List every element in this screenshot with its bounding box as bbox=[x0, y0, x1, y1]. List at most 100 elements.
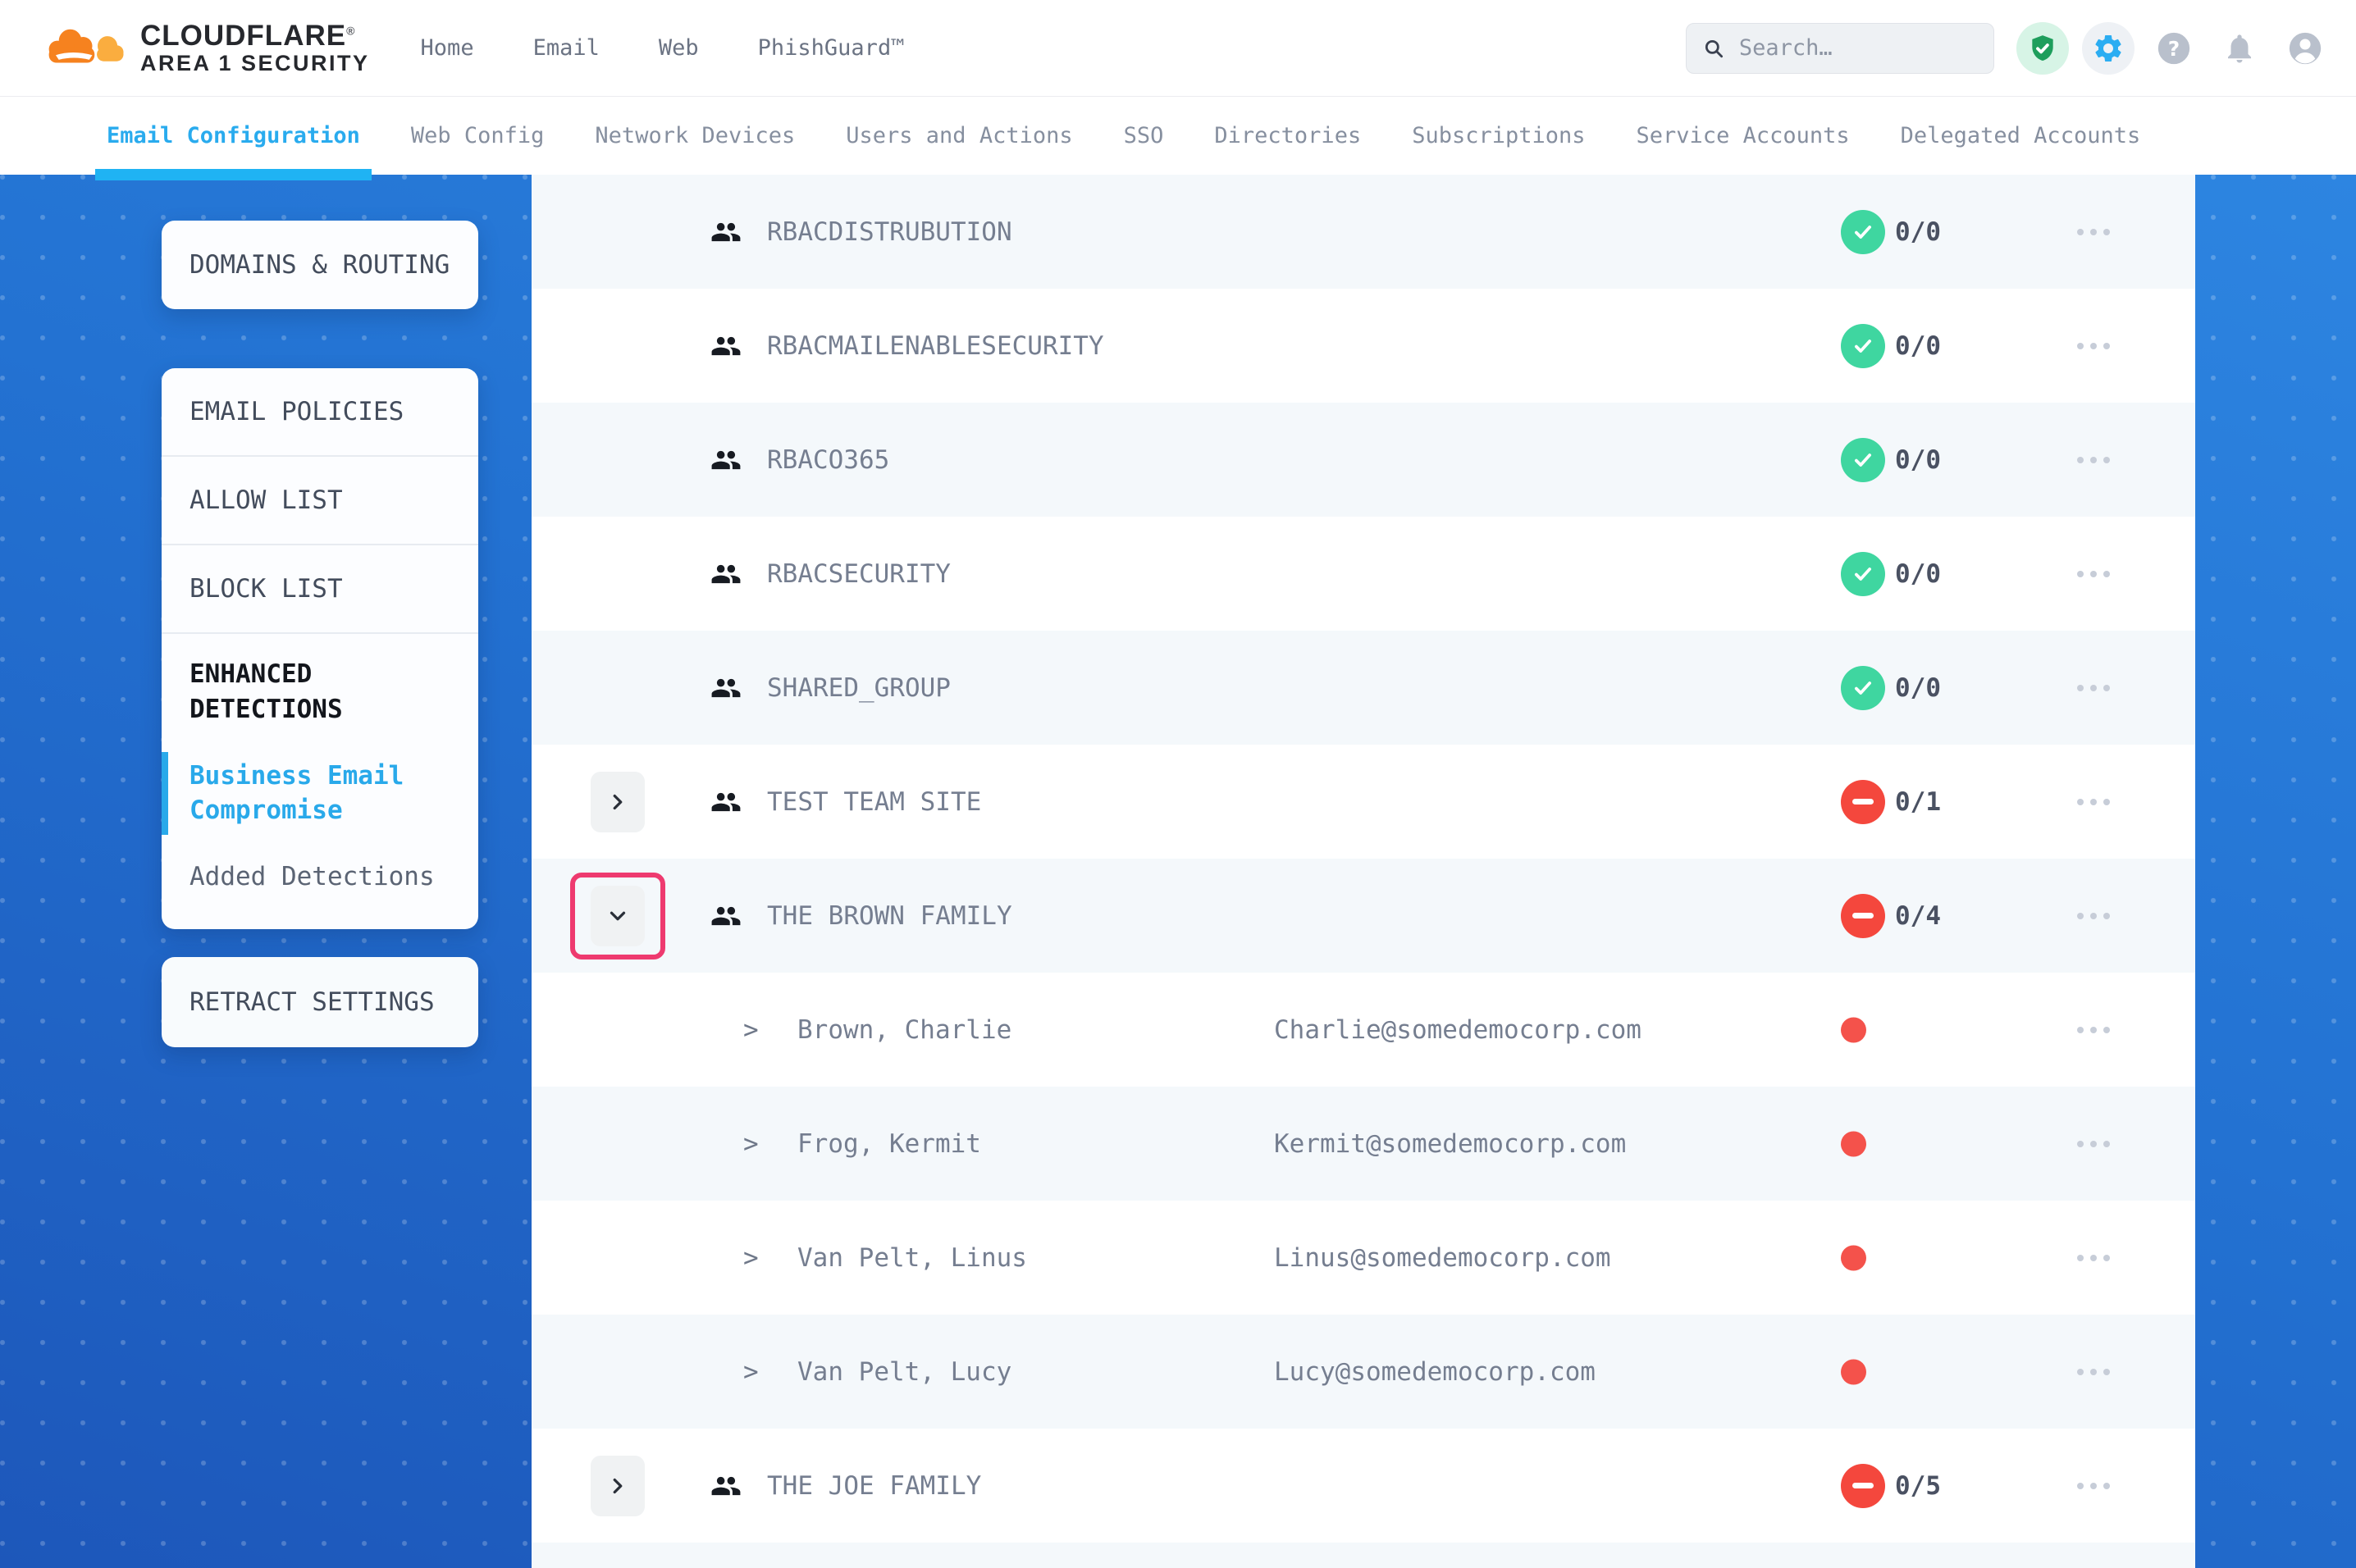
tab-email-configuration[interactable]: Email Configuration bbox=[107, 96, 360, 175]
row-actions-ellipsis[interactable] bbox=[2077, 1141, 2110, 1147]
member-caret-icon[interactable]: > bbox=[743, 1015, 759, 1045]
nav-item-phishguard[interactable]: PhishGuard™ bbox=[758, 35, 905, 61]
table-row-group: RBACSECURITY 0/0 bbox=[532, 517, 2195, 631]
sidebar-item-enhanced-detections[interactable]: ENHANCED DETECTIONS bbox=[189, 657, 436, 727]
member-email: Linus@somedemocorp.com bbox=[1274, 1243, 1611, 1273]
member-name: Frog, Kermit bbox=[797, 1129, 981, 1159]
sidebar-item-block-list[interactable]: BLOCK LIST bbox=[162, 545, 478, 634]
status-blocked-badge bbox=[1841, 894, 1885, 938]
status-ok-badge bbox=[1841, 552, 1885, 596]
search-icon bbox=[1703, 36, 1724, 61]
row-actions-ellipsis[interactable] bbox=[2077, 1027, 2110, 1033]
status-ok-badge bbox=[1841, 666, 1885, 710]
tab-network-devices[interactable]: Network Devices bbox=[595, 96, 795, 175]
member-count: 0/0 bbox=[1895, 445, 1941, 475]
sidebar-item-email-policies[interactable]: EMAIL POLICIES bbox=[162, 368, 478, 457]
member-count: 0/5 bbox=[1895, 1471, 1941, 1501]
row-actions-ellipsis[interactable] bbox=[2077, 1255, 2110, 1261]
member-email: Kermit@somedemocorp.com bbox=[1274, 1129, 1626, 1159]
tab-directories[interactable]: Directories bbox=[1214, 96, 1361, 175]
row-actions-ellipsis[interactable] bbox=[2077, 1483, 2110, 1489]
chevron-right-icon bbox=[605, 1474, 630, 1498]
svg-text:?: ? bbox=[2168, 36, 2180, 60]
settings-gear-icon[interactable] bbox=[2082, 22, 2135, 75]
row-actions-ellipsis[interactable] bbox=[2077, 457, 2110, 463]
sidebar-item-added-detections[interactable]: Added Detections bbox=[189, 859, 454, 895]
member-count: 0/0 bbox=[1895, 559, 1941, 589]
expand-toggle-button[interactable] bbox=[591, 886, 645, 946]
sidebar-section-enhanced-detections: ENHANCED DETECTIONS Business Email Compr… bbox=[162, 634, 478, 929]
group-icon bbox=[710, 558, 742, 590]
row-actions-ellipsis[interactable] bbox=[2077, 685, 2110, 691]
groups-table: RBACDISTRUBUTION0/0RBACMAILENABLESECURIT… bbox=[532, 175, 2195, 1568]
status-dot bbox=[1841, 1017, 1866, 1042]
table-row-group: RBACO3650/0 bbox=[532, 403, 2195, 517]
group-name: RBACDISTRUBUTION bbox=[767, 217, 1012, 247]
table-row-group: SHARED_GROUP0/0 bbox=[532, 631, 2195, 745]
status-ok-badge bbox=[1841, 324, 1885, 368]
table-row-partial bbox=[532, 1543, 2195, 1568]
header-icon-buttons: ? bbox=[2016, 22, 2331, 75]
status-ok-badge bbox=[1841, 438, 1885, 482]
tab-service-accounts[interactable]: Service Accounts bbox=[1637, 96, 1850, 175]
sidebar-card-domains-routing[interactable]: DOMAINS & ROUTING bbox=[162, 221, 478, 309]
account-avatar-icon[interactable] bbox=[2279, 22, 2331, 75]
brand-name: CLOUDFLARE® bbox=[140, 21, 370, 52]
table-row-group: THE JOE FAMILY0/5 bbox=[532, 1429, 2195, 1543]
row-actions-ellipsis[interactable] bbox=[2077, 571, 2110, 577]
sidebar-item-allow-list[interactable]: ALLOW LIST bbox=[162, 457, 478, 545]
help-icon[interactable]: ? bbox=[2148, 22, 2200, 75]
member-caret-icon[interactable]: > bbox=[743, 1129, 759, 1159]
expand-toggle-button[interactable] bbox=[591, 1456, 645, 1516]
tab-sso[interactable]: SSO bbox=[1124, 96, 1164, 175]
nav-item-home[interactable]: Home bbox=[421, 35, 474, 61]
status-blocked-badge bbox=[1841, 780, 1885, 824]
member-caret-icon[interactable]: > bbox=[743, 1243, 759, 1273]
sidebar-card-policies: EMAIL POLICIES ALLOW LIST BLOCK LIST ENH… bbox=[162, 368, 478, 929]
group-icon bbox=[710, 672, 742, 704]
tab-subscriptions[interactable]: Subscriptions bbox=[1412, 96, 1585, 175]
shield-check-icon[interactable] bbox=[2016, 22, 2069, 75]
cloudflare-brand[interactable]: CLOUDFLARE® AREA 1 SECURITY bbox=[45, 21, 370, 75]
expand-toggle-button[interactable] bbox=[591, 772, 645, 832]
check-icon bbox=[1851, 562, 1875, 586]
sidebar-card-retract-settings[interactable]: RETRACT SETTINGS bbox=[162, 957, 478, 1047]
row-actions-ellipsis[interactable] bbox=[2077, 229, 2110, 235]
tab-users-and-actions[interactable]: Users and Actions bbox=[846, 96, 1072, 175]
table-row-member: > Frog, Kermit Kermit@somedemocorp.com bbox=[532, 1087, 2195, 1201]
member-name: Van Pelt, Lucy bbox=[797, 1357, 1011, 1387]
tab-web-config[interactable]: Web Config bbox=[411, 96, 545, 175]
table-row-group: RBACDISTRUBUTION0/0 bbox=[532, 175, 2195, 289]
chevron-down-icon bbox=[605, 904, 630, 928]
tab-delegated-accounts[interactable]: Delegated Accounts bbox=[1901, 96, 2141, 175]
sidebar-item-business-email-compromise[interactable]: Business Email Compromise bbox=[189, 759, 436, 829]
search-box[interactable] bbox=[1686, 23, 1994, 74]
row-actions-ellipsis[interactable] bbox=[2077, 799, 2110, 805]
cloudflare-cloud-logo-icon bbox=[45, 25, 129, 71]
row-actions-ellipsis[interactable] bbox=[2077, 1369, 2110, 1375]
app-root: CLOUDFLARE® AREA 1 SECURITY Home Email W… bbox=[0, 0, 2356, 1568]
table-row-member: >Brown, CharlieCharlie@somedemocorp.com bbox=[532, 973, 2195, 1087]
minus-icon bbox=[1852, 913, 1874, 918]
table-row-member: >Van Pelt, LucyLucy@somedemocorp.com bbox=[532, 1315, 2195, 1429]
chevron-right-icon bbox=[605, 790, 630, 814]
nav-item-web[interactable]: Web bbox=[659, 35, 699, 61]
sidebar-item-domains-routing[interactable]: DOMAINS & ROUTING bbox=[189, 250, 450, 280]
group-name: THE BROWN FAMILY bbox=[767, 901, 1012, 931]
secondary-tabbar: Email Configuration Web Config Network D… bbox=[0, 96, 2356, 175]
group-icon bbox=[710, 444, 742, 476]
sidebar-item-retract-settings[interactable]: RETRACT SETTINGS bbox=[189, 987, 435, 1017]
notifications-bell-icon[interactable] bbox=[2213, 22, 2266, 75]
group-name: RBACSECURITY bbox=[767, 559, 951, 589]
status-dot bbox=[1841, 1131, 1866, 1156]
row-actions-ellipsis[interactable] bbox=[2077, 343, 2110, 349]
row-actions-ellipsis[interactable] bbox=[2077, 913, 2110, 919]
check-icon bbox=[1851, 448, 1875, 472]
nav-item-email[interactable]: Email bbox=[533, 35, 600, 61]
table-row-group: TEST TEAM SITE0/1 bbox=[532, 745, 2195, 859]
member-name: Van Pelt, Linus bbox=[797, 1243, 1027, 1273]
search-input[interactable] bbox=[1737, 34, 1977, 62]
member-caret-icon[interactable]: > bbox=[743, 1357, 759, 1387]
minus-icon bbox=[1852, 1483, 1874, 1488]
group-icon bbox=[710, 330, 742, 362]
